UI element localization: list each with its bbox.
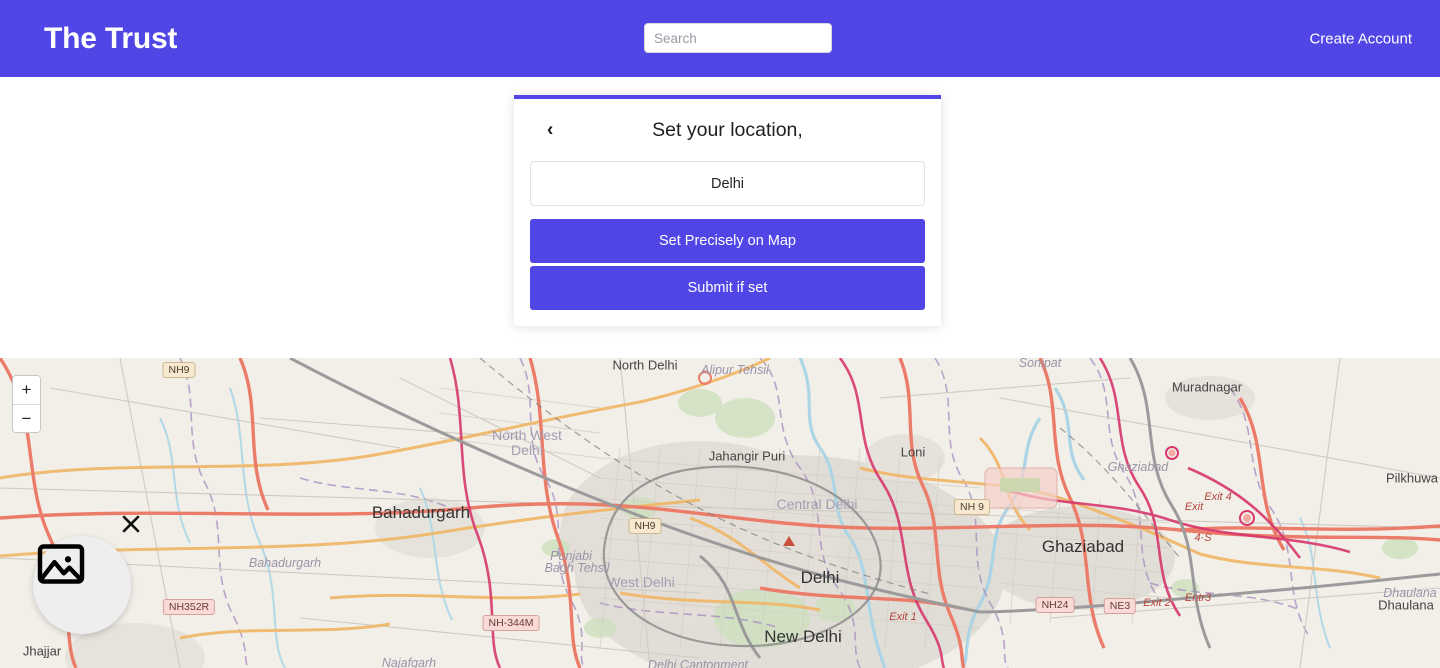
app-header: The Trust Create Account — [0, 0, 1440, 77]
brand-logo: The Trust — [44, 21, 178, 55]
map-zoom-controls[interactable]: + − — [12, 375, 41, 433]
card-header: ‹ Set your location, — [530, 99, 925, 161]
map-tiles — [0, 358, 1440, 668]
close-icon — [122, 515, 140, 533]
location-input[interactable] — [530, 161, 925, 206]
back-chevron-icon[interactable]: ‹ — [547, 121, 553, 140]
create-account-link[interactable]: Create Account — [1309, 30, 1412, 47]
close-widget-button[interactable] — [119, 512, 143, 536]
page-title: Set your location, — [652, 118, 803, 141]
image-icon — [37, 544, 85, 584]
search-input[interactable] — [644, 23, 832, 53]
set-location-card: ‹ Set your location, Set Precisely on Ma… — [514, 95, 941, 326]
map-canvas[interactable]: + − North Delhi Alipur Tehsil North West De… — [0, 358, 1440, 668]
zoom-out-button[interactable]: − — [13, 404, 40, 432]
submit-if-set-button[interactable]: Submit if set — [530, 266, 925, 310]
set-precisely-on-map-button[interactable]: Set Precisely on Map — [530, 219, 925, 263]
image-widget-button[interactable] — [33, 536, 131, 634]
zoom-in-button[interactable]: + — [13, 376, 40, 404]
